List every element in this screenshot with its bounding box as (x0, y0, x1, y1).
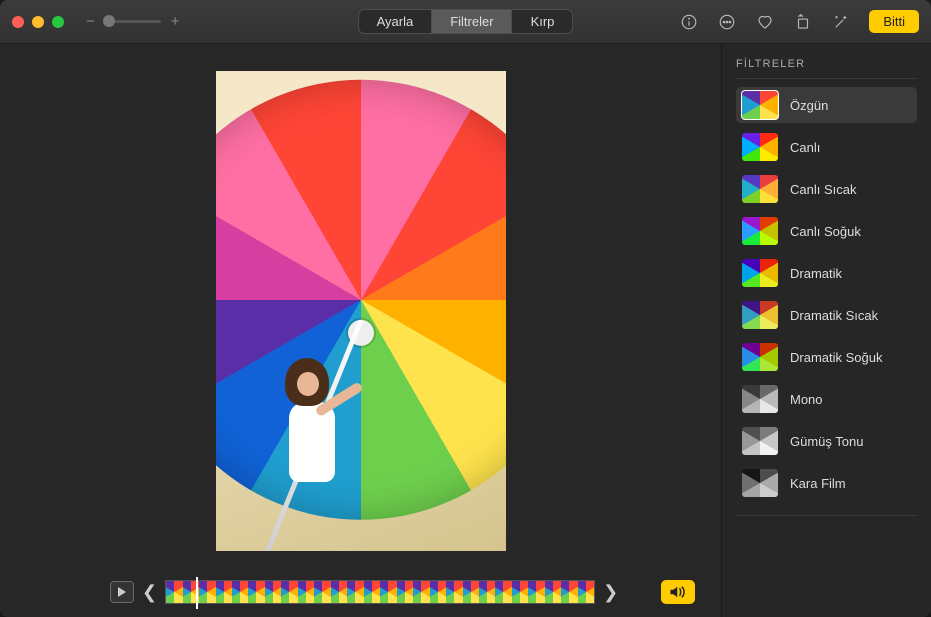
magic-wand-icon[interactable] (831, 12, 851, 32)
zoom-in-icon: + (171, 14, 180, 29)
trim-handle-left[interactable]: ❮ (140, 582, 159, 603)
filter-item-mono[interactable]: Mono (736, 381, 917, 417)
filter-item-vivid-cool[interactable]: Canlı Soğuk (736, 213, 917, 249)
tab-filters[interactable]: Filtreler (431, 10, 511, 33)
filter-thumb (742, 385, 778, 413)
filter-item-vivid-warm[interactable]: Canlı Sıcak (736, 171, 917, 207)
filter-thumb (742, 133, 778, 161)
filter-label: Dramatik Soğuk (790, 350, 882, 365)
filter-item-silvertone[interactable]: Gümüş Tonu (736, 423, 917, 459)
tab-adjust[interactable]: Ayarla (359, 10, 432, 33)
filter-label: Canlı Sıcak (790, 182, 856, 197)
trim-handle-right[interactable]: ❯ (601, 582, 620, 603)
preview-umbrella (216, 79, 506, 519)
sidebar-separator (736, 78, 917, 79)
filter-label: Kara Film (790, 476, 846, 491)
video-playbar: ❮ ❯ (0, 577, 721, 617)
filter-item-noir[interactable]: Kara Film (736, 465, 917, 501)
content-area: ❮ ❯ FİLTRELER (0, 44, 931, 617)
zoom-out-icon: − (86, 14, 95, 29)
filter-label: Gümüş Tonu (790, 434, 863, 449)
app-window: − + Ayarla Filtreler Kırp (0, 0, 931, 617)
close-window-button[interactable] (12, 16, 24, 28)
titlebar: − + Ayarla Filtreler Kırp (0, 0, 931, 44)
tab-crop[interactable]: Kırp (512, 10, 573, 33)
video-filmstrip[interactable] (165, 580, 595, 604)
zoom-slider-group: − + (86, 14, 180, 29)
play-button[interactable] (110, 581, 134, 603)
filter-label: Canlı (790, 140, 820, 155)
info-icon[interactable] (679, 12, 699, 32)
zoom-slider-thumb[interactable] (103, 15, 115, 27)
filter-thumb (742, 259, 778, 287)
favorite-icon[interactable] (755, 12, 775, 32)
more-icon[interactable] (717, 12, 737, 32)
filter-list: Özgün Canlı Canlı Sıcak Canlı Soğuk Dram… (736, 87, 917, 501)
sound-button[interactable] (661, 580, 695, 604)
filter-label: Canlı Soğuk (790, 224, 861, 239)
preview-wrap (0, 44, 721, 577)
minimize-window-button[interactable] (32, 16, 44, 28)
filter-thumb (742, 91, 778, 119)
filters-sidebar: FİLTRELER Özgün Canlı Canlı Sıcak Canl (721, 44, 931, 617)
zoom-slider[interactable] (105, 20, 161, 23)
window-controls (12, 16, 64, 28)
fullscreen-window-button[interactable] (52, 16, 64, 28)
filter-label: Özgün (790, 98, 828, 113)
filter-item-dramatic[interactable]: Dramatik (736, 255, 917, 291)
edit-mode-tabs: Ayarla Filtreler Kırp (358, 9, 574, 34)
filter-item-dramatic-cool[interactable]: Dramatik Soğuk (736, 339, 917, 375)
filter-item-original[interactable]: Özgün (736, 87, 917, 123)
canvas-area: ❮ ❯ (0, 44, 721, 617)
filter-label: Mono (790, 392, 823, 407)
playhead[interactable] (196, 577, 198, 609)
media-preview[interactable] (216, 71, 506, 551)
sidebar-title: FİLTRELER (736, 58, 917, 70)
done-button[interactable]: Bitti (869, 10, 919, 33)
sidebar-separator-bottom (736, 515, 917, 516)
filter-label: Dramatik Sıcak (790, 308, 878, 323)
filter-item-dramatic-warm[interactable]: Dramatik Sıcak (736, 297, 917, 333)
filter-thumb (742, 469, 778, 497)
preview-person (279, 358, 349, 498)
filter-item-vivid[interactable]: Canlı (736, 129, 917, 165)
filter-thumb (742, 343, 778, 371)
filter-thumb (742, 217, 778, 245)
filter-label: Dramatik (790, 266, 842, 281)
filter-thumb (742, 427, 778, 455)
filter-thumb (742, 175, 778, 203)
toolbar-right: Bitti (679, 10, 919, 33)
rotate-icon[interactable] (793, 12, 813, 32)
filter-thumb (742, 301, 778, 329)
